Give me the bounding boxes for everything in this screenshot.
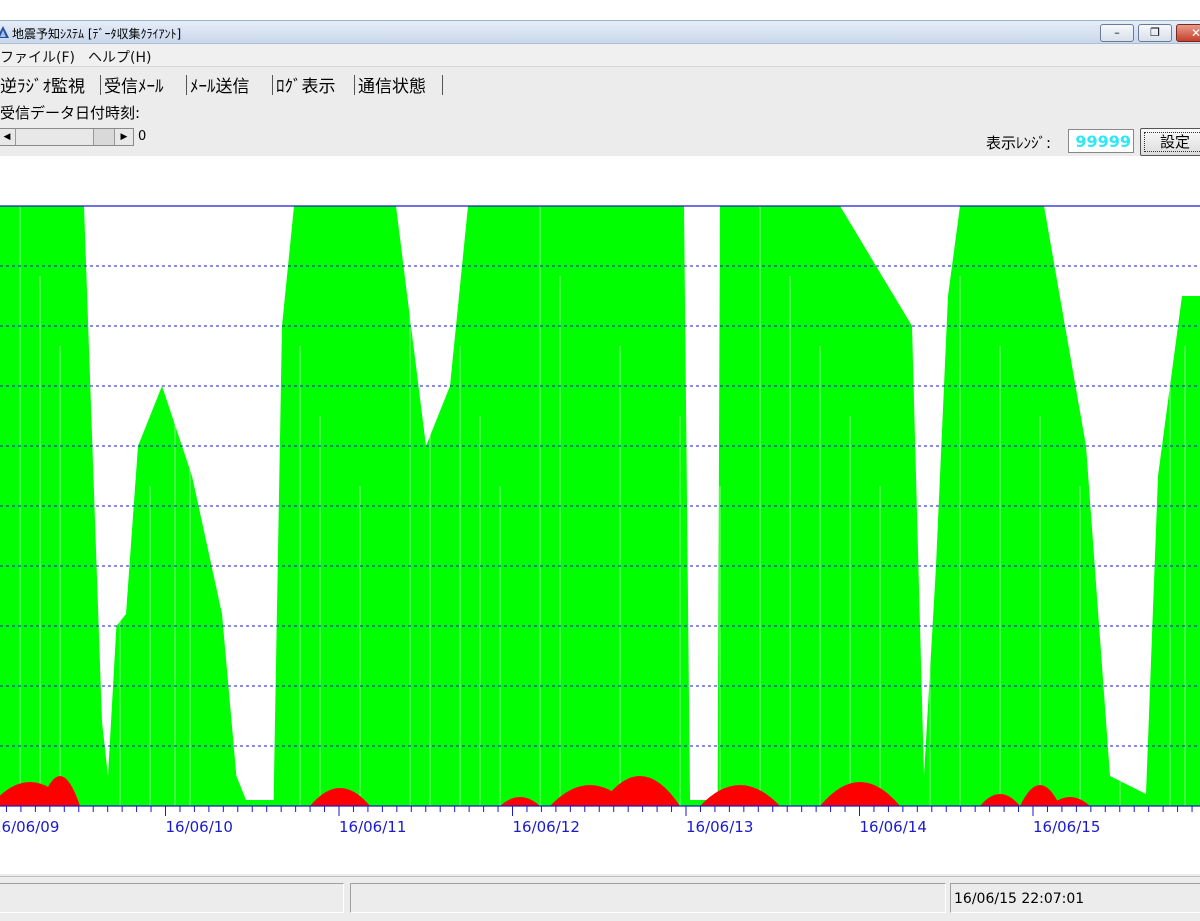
- scroll-thumb[interactable]: [93, 129, 115, 145]
- x-tick-label: 16/06/09: [0, 818, 59, 836]
- maximize-button[interactable]: ❐: [1138, 24, 1172, 42]
- menu-bar: ファイル(F) ヘルプ(H): [0, 44, 1200, 67]
- scroll-right-arrow-icon[interactable]: ▶: [115, 129, 133, 145]
- close-button[interactable]: ✕: [1176, 24, 1200, 42]
- close-icon: ✕: [1190, 26, 1200, 40]
- tab-send-mail[interactable]: ﾒｰﾙ送信: [190, 72, 250, 97]
- status-timestamp: 16/06/15 22:07:01: [954, 891, 1085, 907]
- status-bar: 16/06/15 22:07:01: [0, 876, 1200, 921]
- signal-chart: 16/06/09 16/06/10 16/06/11 16/06/12 16/06/13…: [0, 205, 1200, 836]
- set-button[interactable]: 設定: [1140, 128, 1200, 156]
- received-datetime-label: 受信データ日付時刻:: [0, 104, 141, 122]
- status-pane-1: [0, 883, 344, 913]
- minimize-button[interactable]: –: [1100, 24, 1134, 42]
- display-range-input[interactable]: [1068, 129, 1134, 153]
- tab-separator: [442, 75, 443, 95]
- tab-separator: [100, 75, 101, 95]
- scroll-left-arrow-icon[interactable]: ◀: [0, 129, 16, 145]
- tab-separator: [354, 75, 355, 95]
- x-axis: 16/06/09 16/06/10 16/06/11 16/06/12 16/06/13…: [0, 806, 1193, 836]
- tab-log-view[interactable]: ﾛｸﾞ表示: [276, 72, 336, 97]
- x-tick-label: 16/06/11: [339, 818, 406, 836]
- chart-panel: 16/06/09 16/06/10 16/06/11 16/06/12 16/06/13…: [0, 156, 1200, 874]
- x-tick-label: 16/06/10: [166, 818, 233, 836]
- title-bar[interactable]: 地震予知ｼｽﾃﾑ [ﾃﾞｰﾀ収集ｸﾗｲｱﾝﾄ] – ❐ ✕: [0, 20, 1200, 44]
- tab-comm-status[interactable]: 通信状態: [358, 72, 426, 97]
- minimize-icon: –: [1114, 26, 1120, 39]
- x-tick-label: 16/06/12: [513, 818, 580, 836]
- x-tick-label: 16/06/13: [686, 818, 753, 836]
- date-scrollbar[interactable]: ◀ ▶: [0, 128, 134, 146]
- x-tick-label: 16/06/14: [860, 818, 927, 836]
- tab-bar: 逆ﾗｼﾞｵ監視 受信ﾒｰﾙ ﾒｰﾙ送信 ﾛｸﾞ表示 通信状態: [0, 72, 1200, 98]
- tab-separator: [186, 75, 187, 95]
- status-pane-2: [350, 883, 946, 913]
- scroll-value: 0: [138, 129, 147, 144]
- menu-file[interactable]: ファイル(F): [0, 47, 75, 67]
- menu-help[interactable]: ヘルプ(H): [88, 47, 151, 67]
- x-tick-label: 16/06/15: [1033, 818, 1100, 836]
- maximize-icon: ❐: [1150, 26, 1160, 39]
- window-title: 地震予知ｼｽﾃﾑ [ﾃﾞｰﾀ収集ｸﾗｲｱﾝﾄ]: [12, 27, 182, 41]
- app-window: 地震予知ｼｽﾃﾑ [ﾃﾞｰﾀ収集ｸﾗｲｱﾝﾄ] – ❐ ✕ ファイル(F) ヘル…: [0, 20, 1200, 921]
- display-range-label: 表示ﾚﾝｼﾞ:: [986, 134, 1052, 152]
- tab-received-mail[interactable]: 受信ﾒｰﾙ: [104, 72, 164, 97]
- tab-reverse-radio-monitor[interactable]: 逆ﾗｼﾞｵ監視: [0, 72, 85, 97]
- app-icon: [0, 26, 9, 38]
- tab-separator: [272, 75, 273, 95]
